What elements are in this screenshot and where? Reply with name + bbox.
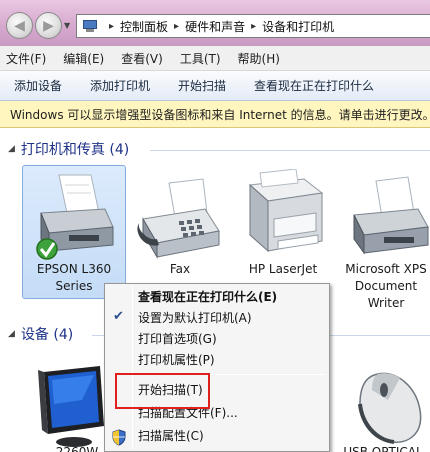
collapse-triangle-icon[interactable]: ◢	[8, 144, 15, 154]
computer-icon	[81, 19, 99, 34]
menu-item-see-whats-printing[interactable]: 查看现在正在打印什么(E)	[138, 287, 277, 307]
back-arrow-icon: ◀	[14, 17, 25, 34]
menu-edit[interactable]: 编辑(E)	[63, 50, 104, 67]
device-monitor[interactable]: 2260W	[22, 360, 112, 452]
printers-group-title: 打印机和传真 (4)	[20, 142, 130, 158]
printers-group-header[interactable]: ◢ 打印机和传真 (4)	[8, 139, 129, 159]
device-label-line1: Microsoft XPS	[345, 262, 427, 276]
group-divider	[150, 150, 430, 151]
forward-button[interactable]: ▶	[35, 12, 62, 39]
device-label-partial: USB OPTICAL	[343, 445, 423, 452]
breadcrumb-separator-icon[interactable]: ▸	[174, 21, 179, 32]
breadcrumb-separator-icon[interactable]: ▸	[109, 21, 114, 32]
context-menu: 查看现在正在打印什么(E) ✔ 设置为默认打印机(A) 打印首选项(G) 打印机…	[104, 283, 330, 452]
breadcrumb-control-panel[interactable]: 控制面板	[120, 18, 168, 35]
menu-item-scan-properties[interactable]: 扫描属性(C)	[138, 426, 204, 446]
device-epson-l360[interactable]: EPSON L360 Series	[22, 165, 126, 299]
fax-machine-icon	[137, 178, 220, 259]
device-label-line1: Fax	[169, 262, 191, 276]
device-fax[interactable]: Fax	[130, 165, 230, 285]
device-microsoft-xps[interactable]: Microsoft XPS Document Writer	[336, 165, 430, 315]
devices-group-header[interactable]: ◢ 设备 (4)	[8, 324, 73, 344]
device-label-line1: EPSON L360	[36, 262, 112, 276]
title-bar: ◀ ▶ ▼ ▸ 控制面板 ▸ 硬件和声音 ▸ 设备和打印机	[0, 0, 430, 46]
menu-tools[interactable]: 工具(T)	[180, 50, 221, 67]
printer-icon	[353, 176, 429, 255]
recent-pages-chevron-icon[interactable]: ▼	[64, 21, 70, 30]
breadcrumb-hardware-sound[interactable]: 硬件和声音	[185, 18, 245, 35]
collapse-triangle-icon[interactable]: ◢	[8, 329, 15, 339]
device-label-line3: Writer	[367, 296, 405, 310]
add-printer-button[interactable]: 添加打印机	[90, 77, 150, 94]
start-scan-button[interactable]: 开始扫描	[178, 77, 226, 94]
laser-printer-icon	[248, 169, 324, 253]
menu-help[interactable]: 帮助(H)	[238, 50, 280, 67]
add-device-button[interactable]: 添加设备	[14, 77, 62, 94]
info-bar-text: Windows 可以显示增强型设备图标和来自 Internet 的信息。请单击进…	[10, 107, 430, 122]
menu-view[interactable]: 查看(V)	[121, 50, 163, 67]
mouse-icon	[358, 372, 422, 444]
menu-item-set-default-printer[interactable]: 设置为默认打印机(A)	[138, 308, 252, 328]
menu-file[interactable]: 文件(F)	[6, 50, 46, 67]
device-label-line1: HP LaserJet	[248, 262, 318, 276]
see-whats-printing-button[interactable]: 查看现在正在打印什么	[254, 77, 374, 94]
menu-item-printing-preferences[interactable]: 打印首选项(G)	[138, 329, 217, 349]
annotation-highlight-box	[115, 373, 210, 409]
menu-item-printer-properties[interactable]: 打印机属性(P)	[138, 350, 215, 370]
forward-arrow-icon: ▶	[43, 17, 54, 34]
address-bar[interactable]: ▸ 控制面板 ▸ 硬件和声音 ▸ 设备和打印机	[76, 14, 430, 38]
menu-gutter	[132, 286, 133, 449]
monitor-icon	[38, 366, 104, 447]
info-bar[interactable]: Windows 可以显示增强型设备图标和来自 Internet 的信息。请单击进…	[0, 101, 430, 128]
uac-shield-icon	[112, 429, 126, 446]
breadcrumb-devices-printers[interactable]: 设备和打印机	[262, 18, 334, 35]
device-usb-mouse[interactable]: USB OPTICAL	[336, 360, 430, 452]
group-divider	[92, 335, 104, 336]
device-hp-laserjet[interactable]: HP LaserJet	[234, 165, 332, 285]
device-label-line2: Document	[354, 279, 418, 293]
group-divider	[330, 335, 430, 336]
checkmark-icon: ✔	[113, 309, 124, 324]
devices-group-title: 设备 (4)	[20, 327, 74, 343]
back-button[interactable]: ◀	[6, 12, 33, 39]
printer-icon	[36, 174, 114, 260]
menu-bar: 文件(F) 编辑(E) 查看(V) 工具(T) 帮助(H)	[0, 46, 430, 71]
command-toolbar: 添加设备 添加打印机 开始扫描 查看现在正在打印什么	[0, 71, 430, 101]
breadcrumb-separator-icon[interactable]: ▸	[251, 21, 256, 32]
